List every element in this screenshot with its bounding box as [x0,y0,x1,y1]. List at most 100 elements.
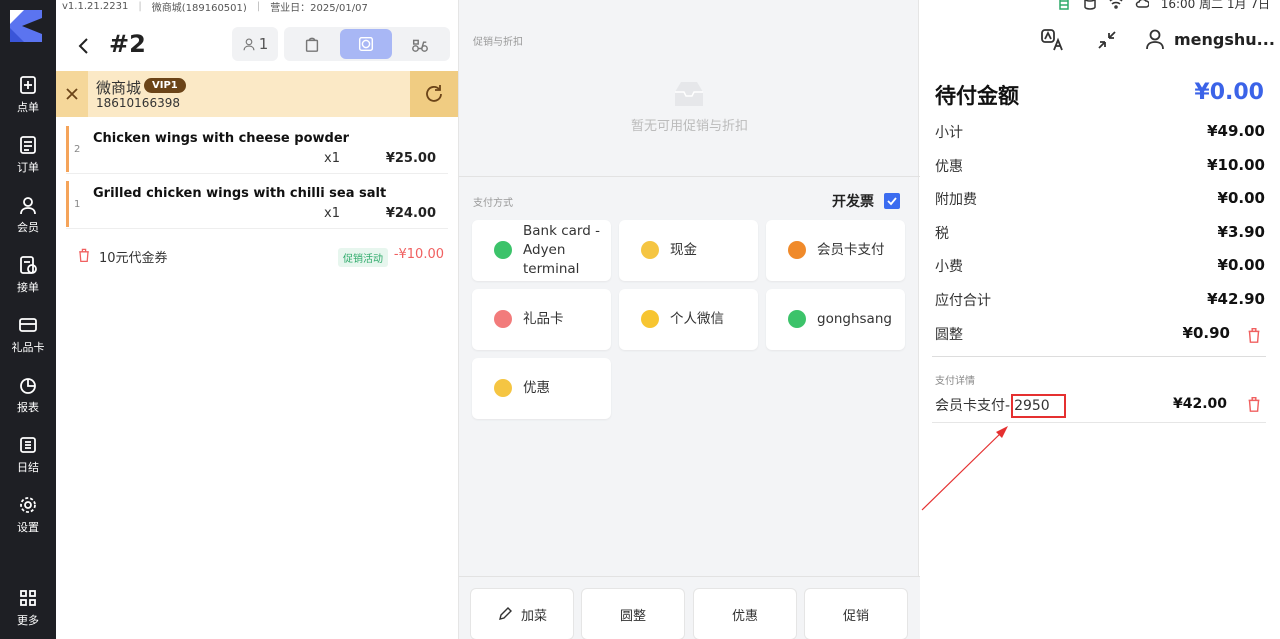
separator: | [138,0,142,12]
close-icon [66,88,78,100]
translate-icon [1041,29,1063,51]
row-value: ¥42.90 [1207,290,1265,308]
collapse-button[interactable] [1095,28,1119,52]
payment-detail-amount: ¥42.00 [1172,396,1227,412]
pay-method-wechat[interactable]: 个人微信 [619,289,758,350]
delivery-button[interactable] [394,29,446,59]
user-menu[interactable]: mengshu... [1144,28,1275,50]
item-marker [66,126,69,172]
action-label: 加菜 [520,608,547,624]
row-label: 应付合计 [935,293,991,309]
edit-icon [499,607,512,620]
pay-method-label: 会员卡支付 [817,242,885,258]
takeout-button[interactable] [286,29,338,59]
wifi-icon [1109,0,1123,9]
nav-label: 设置 [17,521,39,534]
pay-method-gift-card[interactable]: 礼品卡 [472,289,611,350]
order-item[interactable]: 1 Grilled chicken wings with chilli sea … [66,179,448,229]
nav-item-accept[interactable]: 接单 [0,247,56,303]
row-value: ¥10.00 [1207,156,1265,174]
nav-label: 日结 [17,461,39,474]
annotation-arrow-icon [921,426,1008,511]
guest-count-button[interactable]: 1 [232,27,278,61]
payment-method-name: 会员卡支付- [935,398,1011,414]
storage-icon [1058,0,1069,10]
action-bar: 加菜 圆整 优惠 促销 [459,576,920,639]
daily-close-icon [20,437,36,453]
gift-card-icon [19,318,37,332]
row-label: 小费 [935,259,963,275]
pay-method-gonghsang[interactable]: gonghsang [766,289,905,350]
surcharge-row: 附加费 ¥0.00 [935,189,1265,209]
order-number: #2 [109,30,146,58]
item-qty: x1 [324,206,340,221]
back-arrow-icon[interactable] [74,36,94,56]
trash-icon [1248,327,1260,343]
nav-label: 点单 [17,101,39,114]
nav-item-more[interactable]: 更多 [0,580,56,636]
nav-item-orders[interactable]: 订单 [0,127,56,183]
scooter-icon [412,39,428,52]
total-row: 应付合计 ¥42.90 [935,290,1265,310]
remove-rounding-button[interactable] [1245,326,1263,344]
summary-panel: 16:00 周二 1月 7日 mengshu... 待付金额 ¥0.00 小计 … [920,0,1280,639]
amount-due-value: ¥0.00 [1194,80,1264,105]
payment-detail-method: 会员卡支付- 2950 [935,394,1066,418]
pay-method-bank-card[interactable]: Bank card - Adyen terminal [472,220,611,281]
check-icon [887,197,897,206]
row-value: ¥3.90 [1217,223,1265,241]
status-time: 16:00 周二 1月 7日 [1160,0,1270,11]
nav-item-giftcard[interactable]: 礼品卡 [0,307,56,363]
refresh-icon [426,85,442,102]
language-button[interactable] [1040,28,1064,52]
item-price: ¥24.00 [385,206,436,221]
discount-row: 优惠 ¥10.00 [935,156,1265,176]
order-type-switch [284,27,450,61]
pay-method-label: gonghsang [817,311,892,327]
person-icon [243,38,255,51]
round-button[interactable]: 圆整 [581,588,685,639]
nav-item-report[interactable]: 报表 [0,367,56,423]
item-name: Grilled chicken wings with chilli sea sa… [93,186,387,201]
promotion-button[interactable]: 促销 [804,588,908,639]
order-list-icon [20,136,36,154]
pay-method-member-card[interactable]: 会员卡支付 [766,220,905,281]
nav-item-order[interactable]: 点单 [0,67,56,123]
add-dish-button[interactable]: 加菜 [470,588,574,639]
pos-screen: 点单 订单 会员 接单 礼品卡 报表 日结 设置 更多 v1.1.21.2231… [0,0,1280,639]
empty-box-icon [675,82,703,106]
order-item[interactable]: 2 Chicken wings with cheese powder x1 ¥2… [66,124,448,174]
trash-icon[interactable] [76,247,92,263]
dine-in-button[interactable] [340,29,392,59]
dish-icon [358,36,374,52]
more-grid-icon [20,590,36,606]
nav-label: 礼品卡 [11,341,45,354]
discount-button[interactable]: 优惠 [693,588,797,639]
invoice-label: 开发票 [832,194,874,210]
refresh-member-button[interactable] [410,71,458,117]
cloud-icon [1135,0,1149,8]
separator: | [256,0,261,12]
item-qty: x1 [324,151,340,166]
row-value: ¥49.00 [1207,122,1265,140]
nav-item-member[interactable]: 会员 [0,187,56,243]
action-label: 优惠 [731,608,758,624]
row-label: 附加费 [935,192,977,208]
vip-badge: VIP1 [144,78,186,93]
promo-section-title: 促销与折扣 [473,37,523,48]
app-logo-icon [10,10,42,42]
order-panel: #2 1 微商城 VIP1 18610166398 2 Chicken wing… [56,12,458,639]
row-label: 税 [935,226,949,242]
pay-method-discount[interactable]: 优惠 [472,358,611,419]
bag-icon [305,37,319,52]
pay-method-cash[interactable]: 现金 [619,220,758,281]
member-icon [20,197,36,215]
remove-member-button[interactable] [56,71,88,117]
invoice-checkbox[interactable] [884,193,900,209]
coupon-row: 10元代金券 促销活动 -¥10.00 [76,244,448,268]
nav-item-daily-close[interactable]: 日结 [0,427,56,483]
remove-payment-button[interactable] [1245,395,1263,413]
cash-icon [641,241,659,259]
sidebar-nav: 点单 订单 会员 接单 礼品卡 报表 日结 设置 更多 [0,0,56,639]
nav-item-settings[interactable]: 设置 [0,487,56,543]
